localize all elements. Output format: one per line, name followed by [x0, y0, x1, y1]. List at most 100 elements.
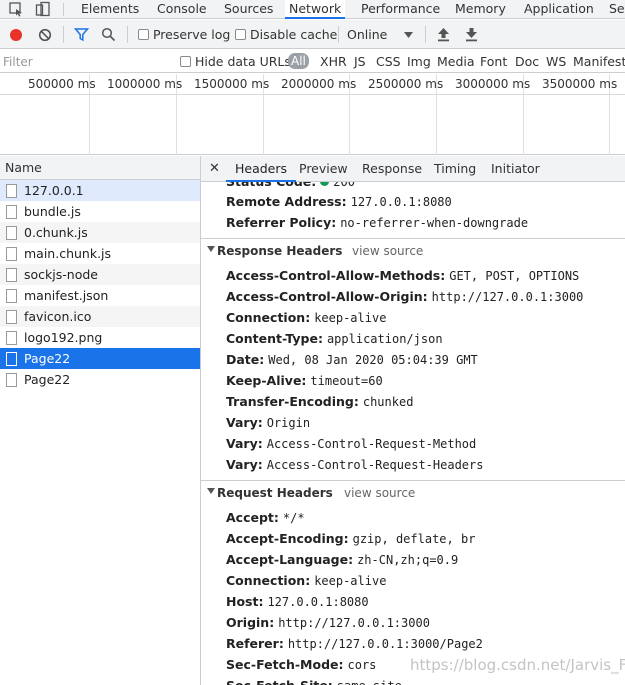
request-name: Page22: [24, 351, 71, 366]
preserve-log-checkbox[interactable]: Preserve log: [138, 27, 230, 42]
expand-arrow-icon[interactable]: [207, 246, 215, 252]
request-row[interactable]: manifest.json: [0, 285, 200, 306]
header-row: Accept-Encoding: gzip, deflate, br: [226, 531, 476, 546]
chevron-down-icon[interactable]: [404, 32, 413, 38]
hide-data-urls-checkbox[interactable]: Hide data URLs: [180, 54, 291, 69]
tab-elements[interactable]: Elements: [81, 0, 139, 19]
tab-sources[interactable]: Sources: [224, 0, 273, 19]
filter-type-js[interactable]: JS: [354, 54, 366, 69]
request-headers-section[interactable]: Request Headers view source: [201, 480, 625, 506]
tab-initiator[interactable]: Initiator: [491, 156, 540, 182]
tab-response[interactable]: Response: [362, 156, 422, 182]
filter-type-css[interactable]: CSS: [376, 54, 401, 69]
timeline-tick: 1000000 ms: [107, 77, 183, 91]
header-row: Access-Control-Allow-Methods: GET, POST,…: [226, 268, 580, 283]
header-row: Vary: Access-Control-Request-Method: [226, 436, 477, 451]
request-row[interactable]: 127.0.0.1: [0, 180, 200, 201]
request-name: Page22: [24, 372, 71, 387]
file-icon: [6, 226, 17, 240]
toolbar-divider: [127, 26, 128, 43]
status-dot-icon: [320, 182, 330, 186]
header-row: Vary: Origin: [226, 415, 311, 430]
toolbar-divider: [425, 26, 426, 43]
section-title: Request Headers: [217, 486, 333, 500]
request-row[interactable]: favicon.ico: [0, 306, 200, 327]
detail-tab-bar: ✕ Headers Preview Response Timing Initia…: [201, 156, 625, 182]
disable-cache-checkbox[interactable]: Disable cache: [235, 27, 337, 42]
close-icon[interactable]: ✕: [209, 161, 220, 176]
request-row[interactable]: logo192.png: [0, 327, 200, 348]
devtools-tab-bar: Elements Console Sources Network Perform…: [0, 0, 625, 19]
export-har-icon[interactable]: [465, 27, 478, 42]
filter-type-manifest[interactable]: Manifest: [573, 54, 625, 69]
timeline-tick: 1500000 ms: [194, 77, 270, 91]
tab-console[interactable]: Console: [157, 0, 207, 19]
toolbar-divider: [63, 26, 64, 43]
header-row: Connection: keep-alive: [226, 573, 387, 588]
request-row[interactable]: main.chunk.js: [0, 243, 200, 264]
timeline-overview[interactable]: 500000 ms 1000000 ms 1500000 ms 2000000 …: [0, 74, 625, 155]
request-row[interactable]: bundle.js: [0, 201, 200, 222]
view-source-link[interactable]: view source: [352, 244, 423, 258]
headers-content[interactable]: Status Code: 200 Remote Address: 127.0.0…: [201, 182, 625, 685]
file-icon: [6, 373, 17, 387]
header-row: Connection: keep-alive: [226, 310, 387, 325]
tab-security[interactable]: Sec: [609, 0, 625, 19]
tab-headers[interactable]: Headers: [226, 156, 297, 182]
file-icon: [6, 205, 17, 219]
tab-network[interactable]: Network: [285, 0, 346, 19]
inspect-element-icon[interactable]: [8, 1, 24, 17]
tab-timing[interactable]: Timing: [434, 156, 476, 182]
request-list: Name 127.0.0.1 bundle.js 0.chunk.js main…: [0, 156, 201, 685]
header-row: Sec-Fetch-Mode: cors: [226, 657, 377, 672]
header-row: Date: Wed, 08 Jan 2020 05:04:39 GMT: [226, 352, 478, 367]
filter-input[interactable]: [3, 52, 171, 71]
device-toolbar-icon[interactable]: [35, 1, 51, 17]
name-column-header[interactable]: Name: [0, 156, 200, 180]
filter-type-media[interactable]: Media: [437, 54, 475, 69]
file-icon: [6, 310, 17, 324]
header-row: Vary: Access-Control-Request-Headers: [226, 457, 484, 472]
request-name: logo192.png: [24, 330, 103, 345]
request-name: 127.0.0.1: [24, 183, 84, 198]
file-icon: [6, 268, 17, 282]
filter-icon[interactable]: [74, 27, 89, 42]
file-icon: [6, 289, 17, 303]
timeline-tick: 3000000 ms: [455, 77, 531, 91]
checkbox-box[interactable]: [180, 56, 191, 67]
expand-arrow-icon[interactable]: [207, 488, 215, 494]
filter-type-xhr[interactable]: XHR: [320, 54, 347, 69]
request-row-selected[interactable]: Page22: [0, 348, 200, 369]
response-headers-section[interactable]: Response Headers view source: [201, 238, 625, 264]
tab-memory[interactable]: Memory: [455, 0, 506, 19]
tab-performance[interactable]: Performance: [361, 0, 440, 19]
status-code-row: Status Code: 200: [226, 182, 355, 189]
throttling-value: Online: [347, 27, 388, 42]
checkbox-box[interactable]: [235, 29, 246, 40]
search-icon[interactable]: [101, 27, 116, 42]
hide-data-urls-label: Hide data URLs: [194, 54, 291, 69]
filter-type-ws[interactable]: WS: [546, 54, 566, 69]
disable-cache-label: Disable cache: [249, 27, 338, 42]
filter-type-all[interactable]: All: [288, 53, 309, 69]
network-toolbar: Preserve log Disable cache Online: [0, 20, 625, 49]
request-row[interactable]: 0.chunk.js: [0, 222, 200, 243]
view-source-link[interactable]: view source: [344, 486, 415, 500]
header-row: Keep-Alive: timeout=60: [226, 373, 383, 388]
throttling-select[interactable]: Online: [347, 27, 387, 42]
record-button[interactable]: [9, 28, 23, 42]
import-har-icon[interactable]: [437, 27, 450, 42]
filter-type-doc[interactable]: Doc: [515, 54, 539, 69]
filter-type-font[interactable]: Font: [480, 54, 507, 69]
checkbox-box[interactable]: [138, 29, 149, 40]
header-row: Access-Control-Allow-Origin: http://127.…: [226, 289, 584, 304]
request-name: main.chunk.js: [24, 246, 112, 261]
request-row[interactable]: sockjs-node: [0, 264, 200, 285]
clear-icon[interactable]: [38, 28, 52, 42]
request-name: bundle.js: [24, 204, 81, 219]
tab-application[interactable]: Application: [524, 0, 594, 19]
request-row[interactable]: Page22: [0, 369, 200, 390]
filter-type-img[interactable]: Img: [407, 54, 431, 69]
tab-preview[interactable]: Preview: [299, 156, 348, 182]
file-icon: [6, 184, 17, 198]
